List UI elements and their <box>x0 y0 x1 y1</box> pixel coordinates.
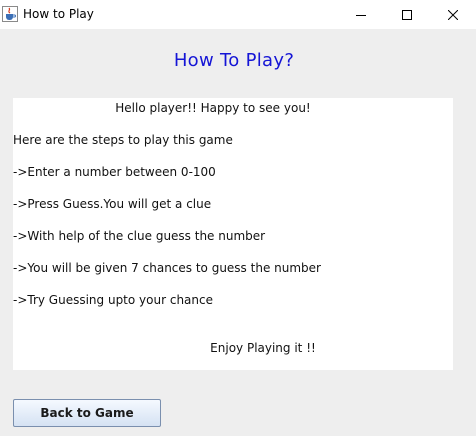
page-heading: How To Play? <box>173 50 295 71</box>
instructions-panel: Hello player!! Happy to see you! Here ar… <box>13 98 453 370</box>
step-1-text: ->Enter a number between 0-100 <box>13 165 216 179</box>
minimize-button[interactable] <box>338 0 384 29</box>
window-title: How to Play <box>23 7 94 21</box>
greeting-text: Hello player!! Happy to see you! <box>115 101 311 115</box>
maximize-icon <box>402 9 412 20</box>
title-bar[interactable]: How to Play <box>0 0 476 29</box>
how-to-play-window: How to Play How To Play? Hello player!! … <box>0 0 476 436</box>
close-icon <box>448 9 458 20</box>
maximize-button[interactable] <box>384 0 430 29</box>
step-3-text: ->With help of the clue guess the number <box>13 229 266 243</box>
back-to-game-button[interactable]: Back to Game <box>13 399 161 427</box>
step-5-text: ->Try Guessing upto your chance <box>13 293 213 307</box>
intro-text: Here are the steps to play this game <box>13 133 233 147</box>
close-button[interactable] <box>430 0 476 29</box>
closing-text: Enjoy Playing it !! <box>210 341 316 355</box>
java-cup-icon <box>2 6 18 22</box>
step-4-text: ->You will be given 7 chances to guess t… <box>13 261 321 275</box>
step-2-text: ->Press Guess.You will get a clue <box>13 197 212 211</box>
minimize-icon <box>356 14 366 16</box>
